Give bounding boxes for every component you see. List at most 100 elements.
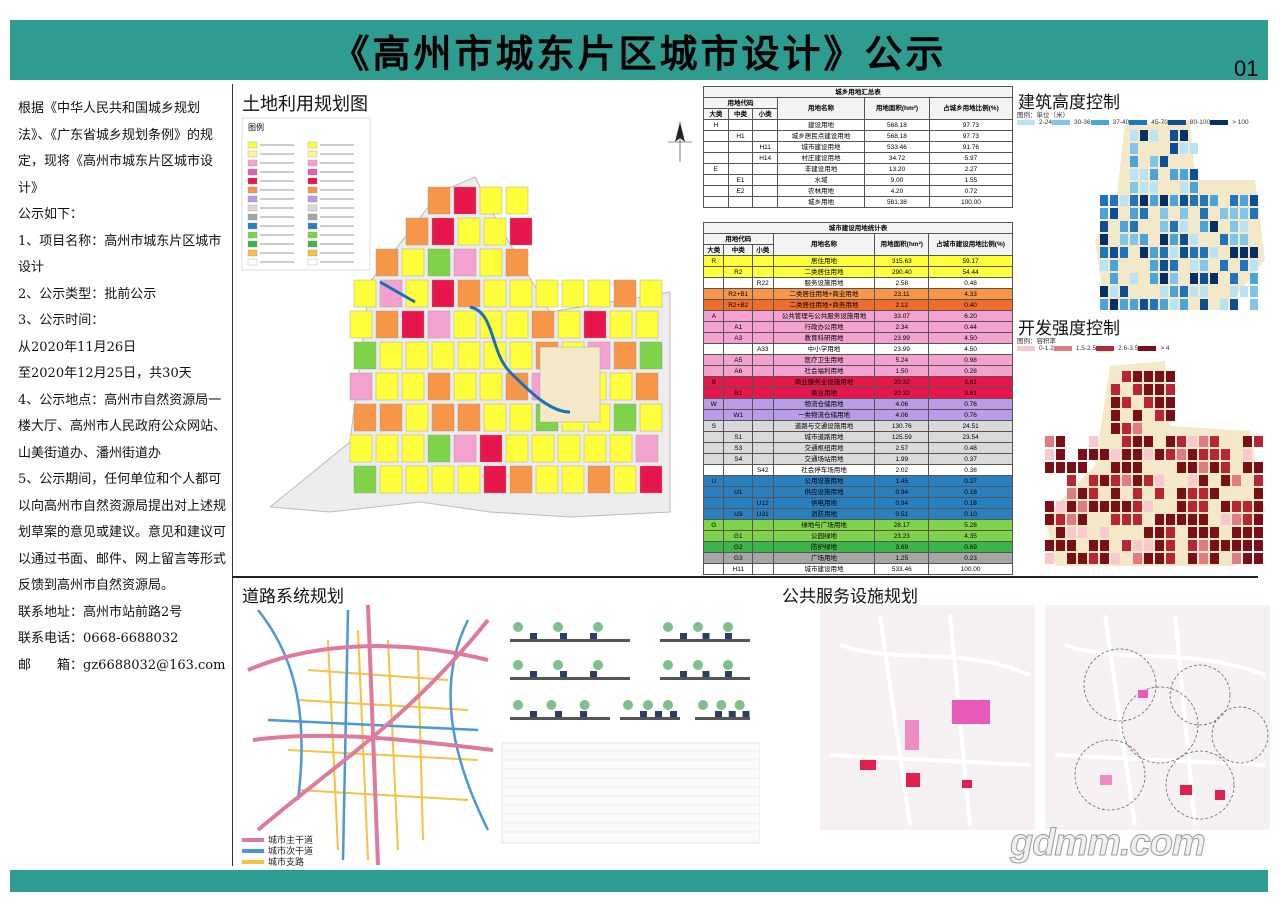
table2-cell-small <box>752 365 774 377</box>
height-block <box>1150 273 1158 284</box>
table2-cell-area: 1.25 <box>874 552 930 564</box>
table2-row: B1 商业用地 20.32 3.81 <box>702 387 1013 399</box>
height-block <box>1130 273 1138 284</box>
tree-icon <box>513 622 523 632</box>
table2-cell-ratio: 0.38 <box>928 464 1013 476</box>
table2-cell-small <box>752 332 774 344</box>
legend-text-line <box>320 198 354 200</box>
table2-cell-big <box>702 552 725 564</box>
table2-row: G1 公园绿地 23.23 4.35 <box>702 530 1013 542</box>
height-block <box>1200 273 1208 284</box>
height-block <box>1160 195 1168 206</box>
table2-cell-area: 315.63 <box>874 255 930 267</box>
table2-cell-name: 供应设施用地 <box>772 486 876 498</box>
intensity-block <box>1045 436 1054 447</box>
height-block <box>1170 299 1178 310</box>
table2-cell-big: G <box>702 519 725 531</box>
land-parcel <box>635 372 659 401</box>
height-block <box>1250 260 1258 271</box>
height-block <box>1110 260 1118 271</box>
table2-cell-area: 1.45 <box>874 475 930 487</box>
table2-cell-mid: A5 <box>723 354 754 366</box>
land-parcel <box>479 186 503 215</box>
table2-cell-big <box>702 508 725 520</box>
table2-cell-name: 居住用地 <box>772 255 876 267</box>
height-block <box>1200 221 1208 232</box>
legend-text-line <box>320 189 354 191</box>
legend-text-line <box>260 234 294 236</box>
table2-cell-big <box>702 497 725 509</box>
height-block <box>1100 260 1108 271</box>
table2-cell-area: 125.59 <box>874 431 930 443</box>
height-block <box>1190 286 1198 297</box>
height-block <box>1240 247 1248 258</box>
car-icon <box>555 711 562 717</box>
height-block <box>1250 273 1258 284</box>
land-parcel <box>583 434 607 463</box>
intensity-block <box>1243 449 1252 460</box>
height-block <box>1180 208 1188 219</box>
intensity-block <box>1089 501 1098 512</box>
table2-row: B 商业服务业设施用地 20.32 3.81 <box>702 376 1013 388</box>
table2-row: S42 社会停车场用地 2.02 0.38 <box>702 464 1013 476</box>
table2-cell-big: S <box>702 420 725 432</box>
intensity-block <box>1166 384 1175 395</box>
table1-row: H 建设用地 568.18 97.73 <box>703 119 1014 131</box>
intensity-block <box>1188 488 1197 499</box>
table2-cell-name: 二类居住用地+商务用地 <box>772 299 876 311</box>
table2-row: S3 交通枢纽用地 2.57 0.48 <box>702 442 1013 454</box>
table1-cell-name: 农林用地 <box>777 185 866 197</box>
intensity-block <box>1199 553 1208 564</box>
table2-row: G3 广场用地 1.25 0.23 <box>702 552 1013 564</box>
legend-text-line <box>260 180 294 182</box>
intensity-block <box>1166 449 1175 460</box>
height-block <box>1180 195 1188 206</box>
table1-cell-name: 非建设用地 <box>777 163 866 175</box>
tree-icon <box>723 622 733 632</box>
intensity-block <box>1100 540 1109 551</box>
height-block <box>1150 260 1158 271</box>
table2-cell-area: 1.50 <box>874 365 930 377</box>
table2-cell-big <box>702 486 725 498</box>
height-block <box>1180 182 1188 193</box>
table1-h-area: 用地面积(hm²) <box>864 97 930 120</box>
land-parcel <box>405 341 429 370</box>
legend-swatch <box>307 195 318 203</box>
table2-cell-big <box>702 541 725 553</box>
intensity-block <box>1089 475 1098 486</box>
table2-cell-small <box>752 387 774 399</box>
intensity-block <box>1078 462 1087 473</box>
table2-row: R 居住用地 315.63 59.17 <box>702 255 1013 267</box>
intensity-legend-swatch <box>1017 345 1035 351</box>
intensity-block <box>1067 488 1076 499</box>
intensity-block <box>1089 540 1098 551</box>
legend-swatch <box>307 222 318 230</box>
table2-cell-ratio: 23.54 <box>928 431 1013 443</box>
table2-cell-ratio: 0.10 <box>928 508 1013 520</box>
height-block <box>1150 130 1158 141</box>
height-block <box>1170 260 1178 271</box>
table2-cell-big <box>702 453 725 465</box>
legend-swatch <box>247 258 258 266</box>
height-map-graphic <box>1095 120 1265 310</box>
land-use-map: 图例 <box>240 112 695 567</box>
table2-cell-name: 交通枢纽用地 <box>772 442 876 454</box>
road-section-base <box>510 717 610 720</box>
table1-cell-small <box>752 119 779 131</box>
table2-cell-mid: A6 <box>723 365 754 377</box>
height-block <box>1160 234 1168 245</box>
height-block <box>1250 247 1258 258</box>
table2-cell-area: 3.69 <box>874 541 930 553</box>
table2-cell-area: 20.32 <box>874 376 930 388</box>
intensity-block <box>1232 475 1241 486</box>
intensity-block <box>1188 540 1197 551</box>
height-block <box>1130 143 1138 154</box>
height-legend-swatch <box>1167 119 1186 125</box>
height-block <box>1120 286 1128 297</box>
intensity-block <box>1177 436 1186 447</box>
tree-icon <box>513 660 523 670</box>
intensity-legend-item: 0-1.2 <box>1017 344 1054 352</box>
intensity-block <box>1221 514 1230 525</box>
height-block <box>1250 299 1258 310</box>
table2-row: R2 二类居住用地 290.40 54.44 <box>702 266 1013 278</box>
